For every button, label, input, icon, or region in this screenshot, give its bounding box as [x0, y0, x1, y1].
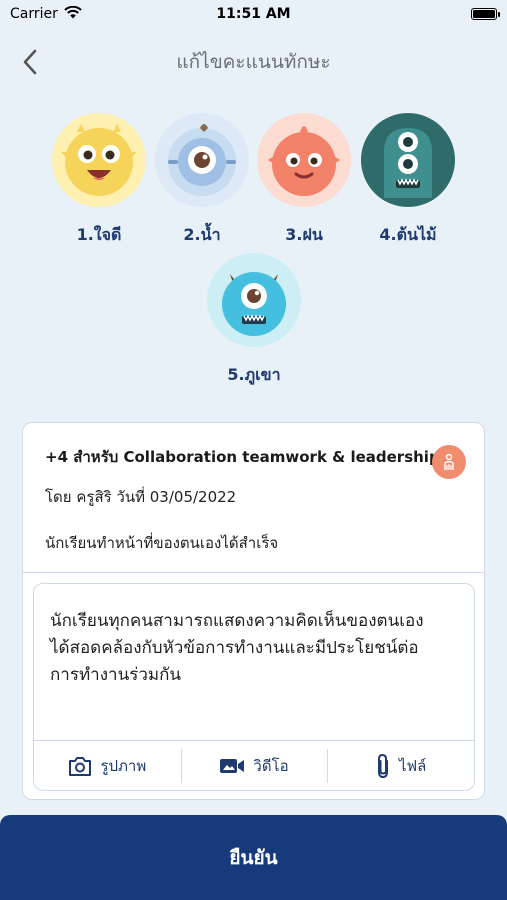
- avatar-circle: [361, 113, 455, 207]
- status-bar: Carrier 11:51 AM: [0, 0, 507, 28]
- score-meta: โดย ครูสิริ วันที่ 03/05/2022: [45, 488, 237, 506]
- comment-line: การทำงานร่วมกัน: [50, 665, 181, 685]
- score-card: +4 สำหรับ Collaboration teamwork & leade…: [22, 422, 485, 800]
- camera-icon: [69, 756, 92, 776]
- attach-video-label: วิดีโอ: [253, 756, 289, 775]
- score-note: นักเรียนทำหน้าที่ของตนเองได้สำเร็จ: [45, 534, 279, 552]
- avatar-label: 1.ใจดี: [76, 225, 122, 244]
- attach-file-button[interactable]: ไฟล์: [327, 741, 474, 790]
- attach-photo-button[interactable]: รูปภาพ: [34, 741, 181, 790]
- avatar-circle: [207, 253, 301, 347]
- status-time: 11:51 AM: [216, 6, 291, 22]
- attach-file-label: ไฟล์: [399, 756, 427, 775]
- avatar-item-2[interactable]: 2.น้ำ: [152, 113, 252, 248]
- chevron-left-icon: [23, 49, 37, 75]
- comment-text[interactable]: นักเรียนทุกคนสามารถแสดงความคิดเห็นของตนเ…: [34, 584, 474, 739]
- attach-photo-label: รูปภาพ: [100, 756, 147, 775]
- wifi-icon: [64, 5, 82, 23]
- page-title: แก้ไขคะแนนทักษะ: [176, 51, 331, 73]
- video-camera-icon: [220, 758, 245, 773]
- attachment-bar: รูปภาพ วิดีโอ ไฟล์: [34, 740, 474, 790]
- yellow-monster-icon: [61, 124, 137, 196]
- avatar-label: 3.ฝน: [285, 225, 323, 244]
- avatar-item-1[interactable]: 1.ใจดี: [49, 113, 149, 248]
- score-card-header: +4 สำหรับ Collaboration teamwork & leade…: [23, 423, 484, 573]
- avatar-item-5[interactable]: 5.ภูเขา: [204, 253, 304, 388]
- avatar-label: 2.น้ำ: [183, 225, 221, 244]
- blue-drop-monster-icon: [168, 124, 236, 196]
- avatar-circle: [257, 113, 351, 207]
- avatar-circle: [155, 113, 249, 207]
- tree-monster-icon: [384, 128, 432, 198]
- paperclip-icon: [378, 753, 388, 778]
- teamwork-icon: [444, 453, 454, 470]
- comment-line: ได้สอดคล้องกับหัวข้อการทำงานและมีประโยชน…: [50, 638, 419, 658]
- comment-line: นักเรียนทุกคนสามารถแสดงความคิดเห็นของตนเ…: [50, 611, 424, 631]
- battery-icon: [471, 8, 500, 20]
- avatar-circle: [52, 113, 146, 207]
- confirm-button[interactable]: ยืนยัน: [0, 815, 507, 900]
- avatar-item-4[interactable]: 4.ต้นไม้: [358, 113, 458, 248]
- carrier-label: Carrier: [10, 6, 58, 22]
- mountain-monster-icon: [222, 272, 286, 336]
- attach-video-button[interactable]: วิดีโอ: [180, 741, 328, 790]
- nav-bar: แก้ไขคะแนนทักษะ: [0, 40, 507, 84]
- comment-box[interactable]: นักเรียนทุกคนสามารถแสดงความคิดเห็นของตนเ…: [33, 583, 475, 791]
- avatar-label: 5.ภูเขา: [227, 365, 281, 384]
- status-left: Carrier: [10, 5, 82, 23]
- score-title: +4 สำหรับ Collaboration teamwork & leade…: [45, 448, 440, 466]
- avatar-item-3[interactable]: 3.ฝน: [254, 113, 354, 248]
- back-button[interactable]: [14, 46, 46, 78]
- skill-badge: [432, 445, 466, 479]
- pink-rain-monster-icon: [268, 126, 340, 196]
- avatar-label: 4.ต้นไม้: [379, 225, 437, 244]
